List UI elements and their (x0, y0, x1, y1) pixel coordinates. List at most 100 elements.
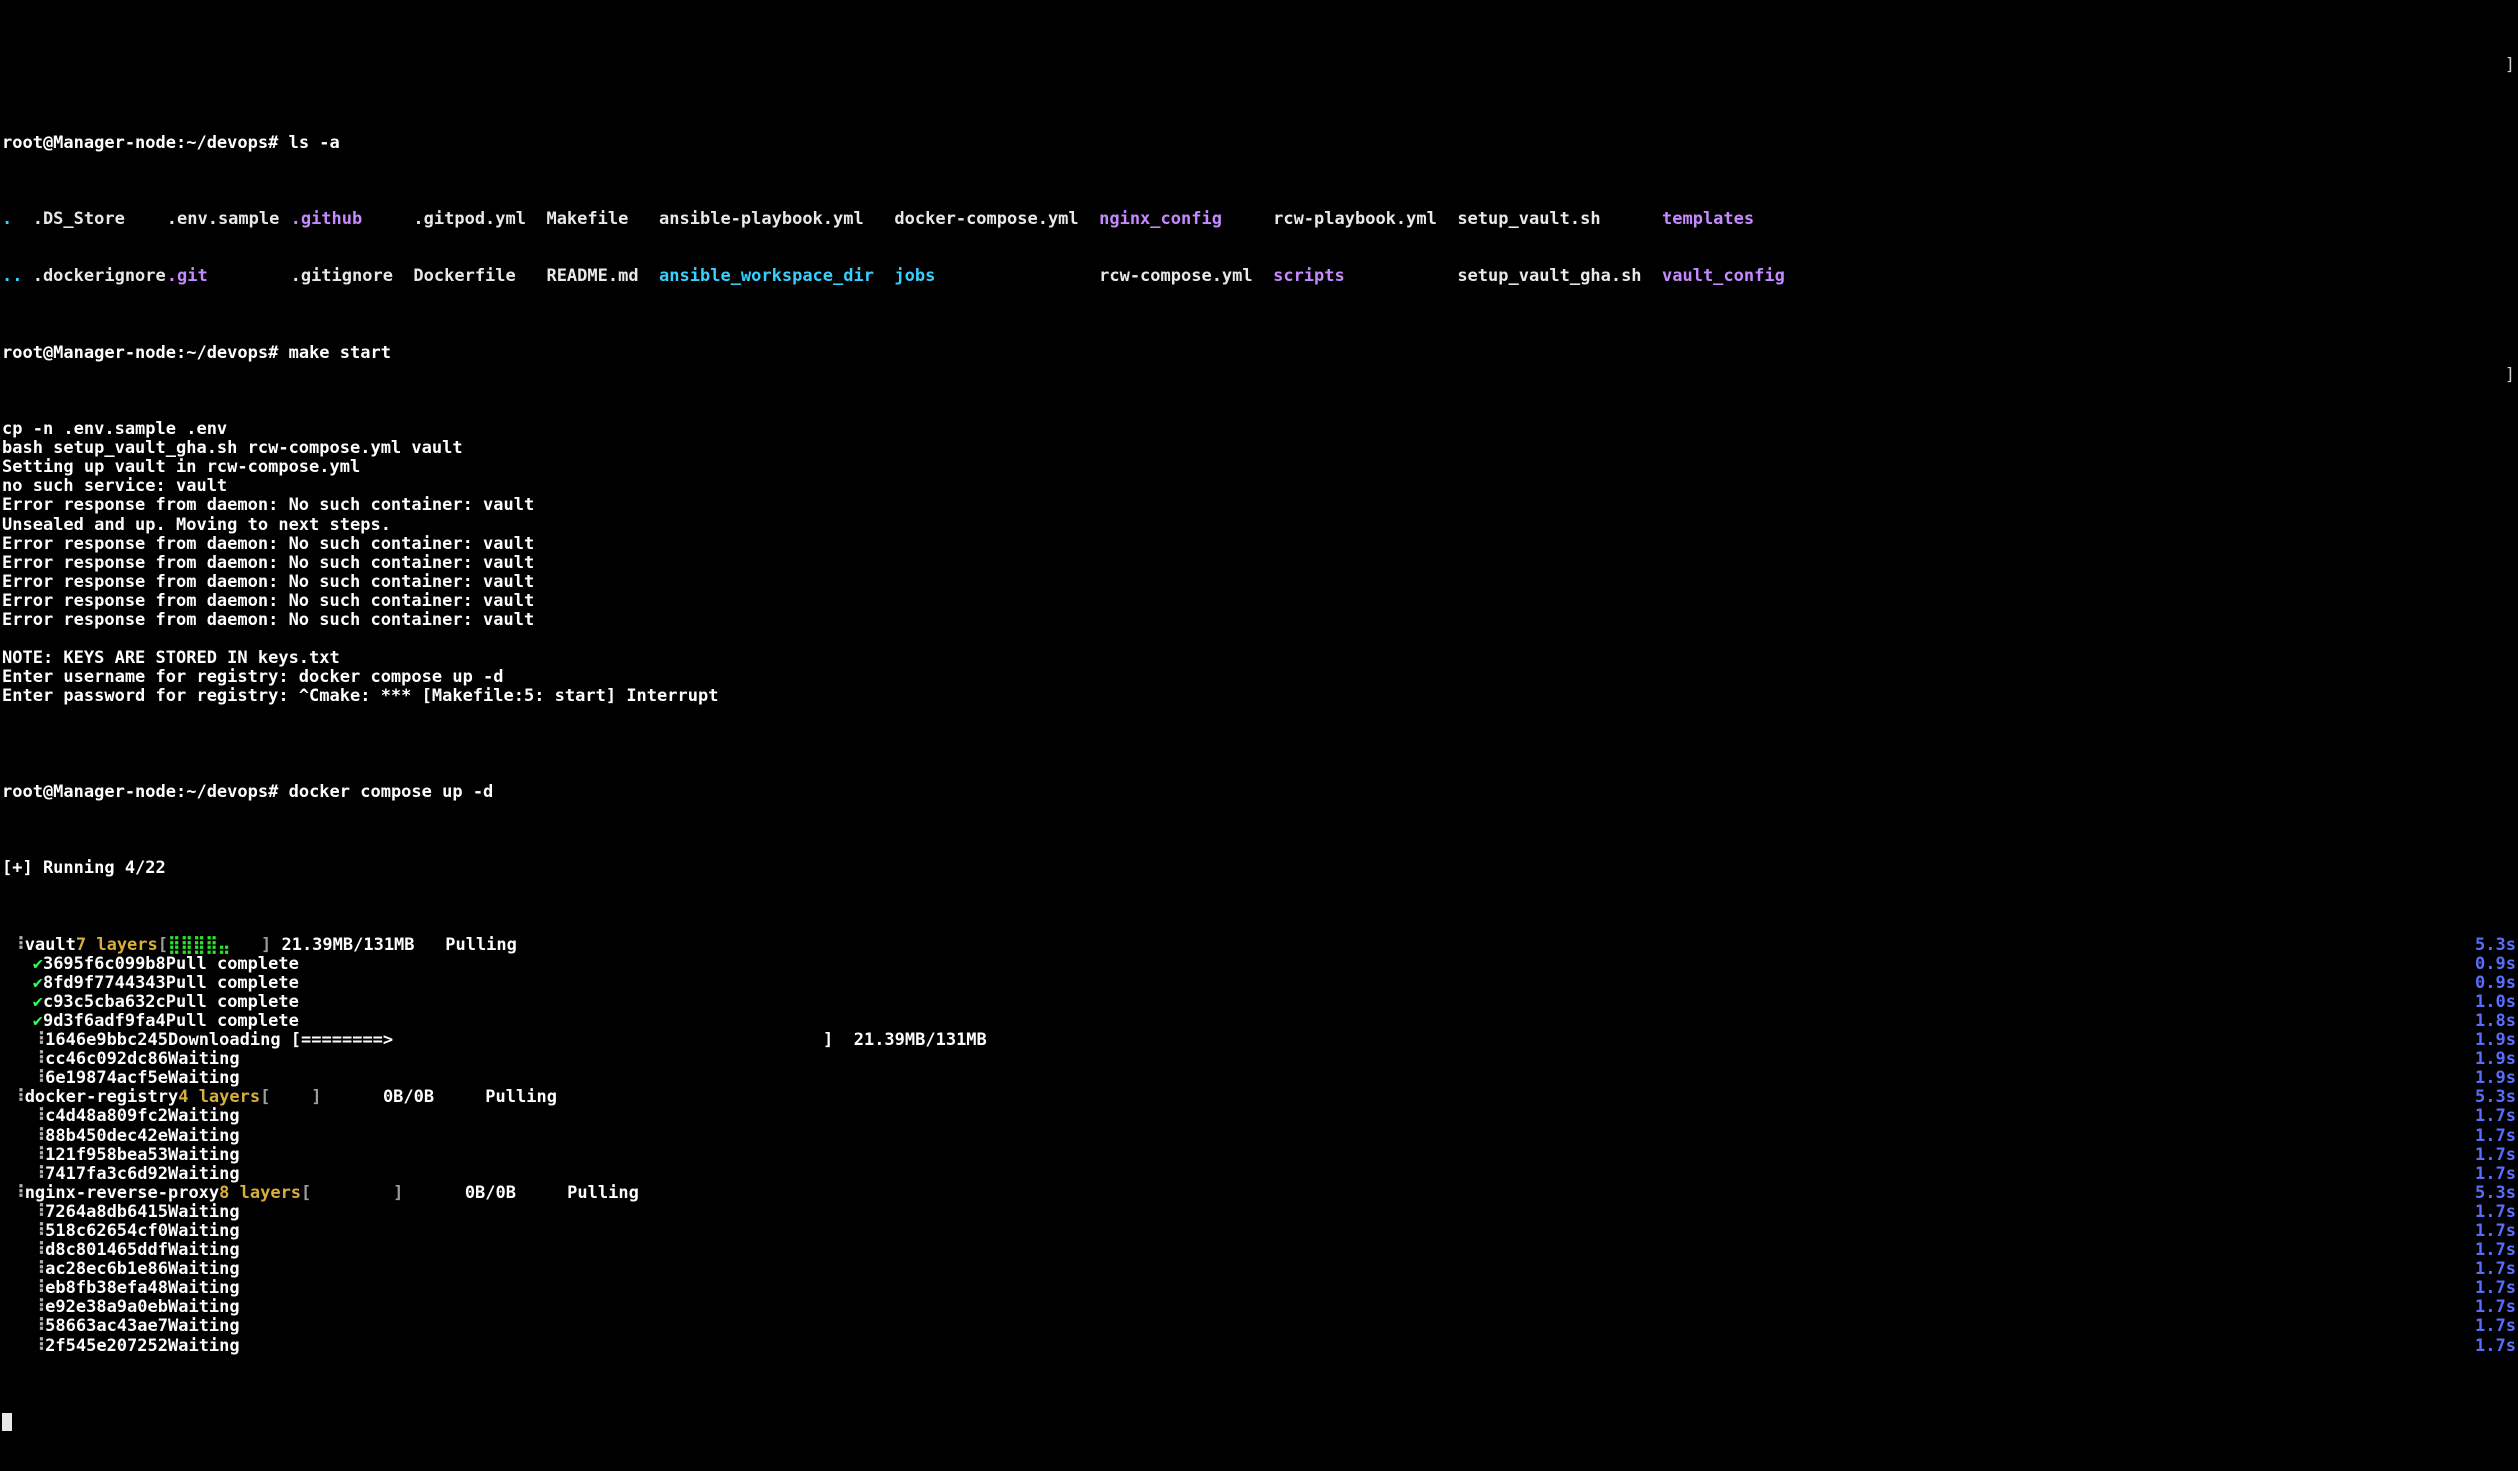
ls-entry: rcw-playbook.yml (1273, 210, 1457, 229)
output-line: NOTE: KEYS ARE STORED IN keys.txt (2, 649, 2516, 668)
output-line: Error response from daemon: No such cont… (2, 496, 2516, 515)
download-icon: ⠸ (33, 1222, 45, 1241)
elapsed-time: 1.7s (2475, 1127, 2516, 1146)
ls-entry: ansible-playbook.yml (659, 210, 894, 229)
download-icon: ⠸ (33, 1127, 45, 1146)
layer-status: Pull complete (166, 993, 299, 1012)
prompt-line: root@Manager-node:~/devops# docker compo… (2, 783, 2516, 802)
shell-prompt: root@Manager-node:~/devops# (2, 344, 278, 363)
ls-row: .. .dockerignore .git .gitignore Dockerf… (2, 267, 2516, 286)
compose-layer-line: ✔ 8fd9f7744343 Pull complete0.9s (2, 974, 2516, 993)
layer-id: c93c5cba632c (43, 993, 166, 1012)
layer-status: Waiting (168, 1260, 240, 1279)
download-icon: ⠸ (33, 1298, 45, 1317)
check-icon: ✔ (33, 1012, 43, 1031)
ls-entry: .github (291, 210, 414, 229)
output-line: no such service: vault (2, 477, 2516, 496)
layer-status: Waiting (168, 1127, 240, 1146)
ls-entry: templates (1662, 210, 1795, 229)
compose-layer-line: ⠸ c4d48a809fc2 Waiting1.7s (2, 1107, 2516, 1126)
download-icon: ⠸ (33, 1260, 45, 1279)
typed-command: ls -a (289, 134, 340, 153)
layer-status: Waiting (168, 1203, 240, 1222)
layer-id: ac28ec6b1e86 (45, 1260, 168, 1279)
ls-entry: .env.sample (167, 210, 291, 229)
elapsed-time: 1.7s (2475, 1317, 2516, 1336)
compose-layer-line: ⠸ 6e19874acf5e Waiting1.9s (2, 1069, 2516, 1088)
compose-layer-line: ✔ 3695f6c099b8 Pull complete0.9s (2, 955, 2516, 974)
layer-id: e92e38a9a0eb (45, 1298, 168, 1317)
elapsed-time: 5.3s (2475, 936, 2516, 955)
ls-row: . .DS_Store .env.sample .github .gitpod.… (2, 210, 2516, 229)
cursor-icon[interactable] (2, 1413, 12, 1431)
elapsed-time: 1.7s (2475, 1279, 2516, 1298)
ls-entry: nginx_config (1099, 210, 1273, 229)
ls-entry: ansible_workspace_dir (659, 267, 894, 286)
compose-service-summary: ⠸ docker-registry 4 layers [ ] 0B/0B Pul… (2, 1088, 2516, 1107)
layer-id: 7417fa3c6d92 (45, 1165, 168, 1184)
layer-id: d8c801465ddf (45, 1241, 168, 1260)
ls-entry: vault_config (1662, 267, 1795, 286)
ls-entry: .git (167, 267, 291, 286)
output-line: Setting up vault in rcw-compose.yml (2, 458, 2516, 477)
elapsed-time: 0.9s (2475, 974, 2516, 993)
ls-entry: scripts (1273, 267, 1457, 286)
output-line: Enter username for registry: docker comp… (2, 668, 2516, 687)
output-line: Error response from daemon: No such cont… (2, 611, 2516, 630)
elapsed-time: 1.0s (2475, 993, 2516, 1012)
layers-count: 8 layers (219, 1184, 301, 1203)
scroll-indicator-icon: ] (2505, 56, 2515, 75)
cursor-line[interactable] (2, 1413, 2516, 1431)
progress-bar: [ ] (260, 1088, 321, 1107)
check-icon: ✔ (33, 974, 43, 993)
layer-status: Waiting (168, 1298, 240, 1317)
check-icon: ✔ (33, 993, 43, 1012)
terminal[interactable]: ] ] root@Manager-node:~/devops# ls -a . … (0, 0, 2518, 1471)
output-line: Error response from daemon: No such cont… (2, 573, 2516, 592)
ls-entry: .dockerignore (33, 267, 167, 286)
compose-service-summary: ⠸ vault 7 layers [⣿⣿⣿⣿⣤ ] 21.39MB/131MB … (2, 936, 2516, 955)
compose-layer-line: ⠸ eb8fb38efa48 Waiting1.7s (2, 1279, 2516, 1298)
output-line: cp -n .env.sample .env (2, 420, 2516, 439)
layer-status: Waiting (168, 1337, 240, 1356)
layer-id: 518c62654cf0 (45, 1222, 168, 1241)
layers-count: 7 layers (76, 936, 158, 955)
download-icon: ⠸ (33, 1107, 45, 1126)
elapsed-time: 1.9s (2475, 1069, 2516, 1088)
download-icon: ⠸ (33, 1031, 45, 1050)
compose-layer-line: ⠸ e92e38a9a0eb Waiting1.7s (2, 1298, 2516, 1317)
elapsed-time: 1.7s (2475, 1203, 2516, 1222)
download-icon: ⠸ (2, 936, 25, 955)
layer-id: 3695f6c099b8 (43, 955, 166, 974)
download-icon: ⠸ (33, 1050, 45, 1069)
size: 0B/0B (403, 1184, 516, 1203)
layer-status: Waiting (168, 1241, 240, 1260)
ls-entry: Makefile (546, 210, 659, 229)
compose-layer-line: ✔ 9d3f6adf9fa4 Pull complete1.8s (2, 1012, 2516, 1031)
download-icon: ⠸ (33, 1317, 45, 1336)
layer-status: Waiting (168, 1050, 240, 1069)
compose-service-summary: ⠸ nginx-reverse-proxy 8 layers [ ] 0B/0B… (2, 1184, 2516, 1203)
layer-id: 1646e9bbc245 (45, 1031, 168, 1050)
elapsed-time: 1.7s (2475, 1222, 2516, 1241)
layer-status: Waiting (168, 1317, 240, 1336)
output-line: Enter password for registry: ^Cmake: ***… (2, 687, 2516, 706)
ls-entry: setup_vault.sh (1457, 210, 1662, 229)
typed-command: docker compose up -d (289, 783, 494, 802)
shell-prompt: root@Manager-node:~/devops# (2, 783, 278, 802)
elapsed-time: 5.3s (2475, 1088, 2516, 1107)
compose-layer-line: ⠸ 58663ac43ae7 Waiting1.7s (2, 1317, 2516, 1336)
typed-command: make start (289, 344, 391, 363)
compose-layer-line: ⠸ d8c801465ddf Waiting1.7s (2, 1241, 2516, 1260)
output-line: Error response from daemon: No such cont… (2, 535, 2516, 554)
layer-id: cc46c092dc86 (45, 1050, 168, 1069)
compose-layer-line: ⠸ 1646e9bbc245 Downloading [========> ] … (2, 1031, 2516, 1050)
output-line: Error response from daemon: No such cont… (2, 592, 2516, 611)
ls-entry: Dockerfile (413, 267, 546, 286)
download-icon: ⠸ (33, 1203, 45, 1222)
elapsed-time: 1.7s (2475, 1146, 2516, 1165)
ls-entry: . (2, 210, 33, 229)
elapsed-time: 1.9s (2475, 1031, 2516, 1050)
compose-layer-line: ⠸ 88b450dec42e Waiting1.7s (2, 1127, 2516, 1146)
service-name: docker-registry (25, 1088, 179, 1107)
